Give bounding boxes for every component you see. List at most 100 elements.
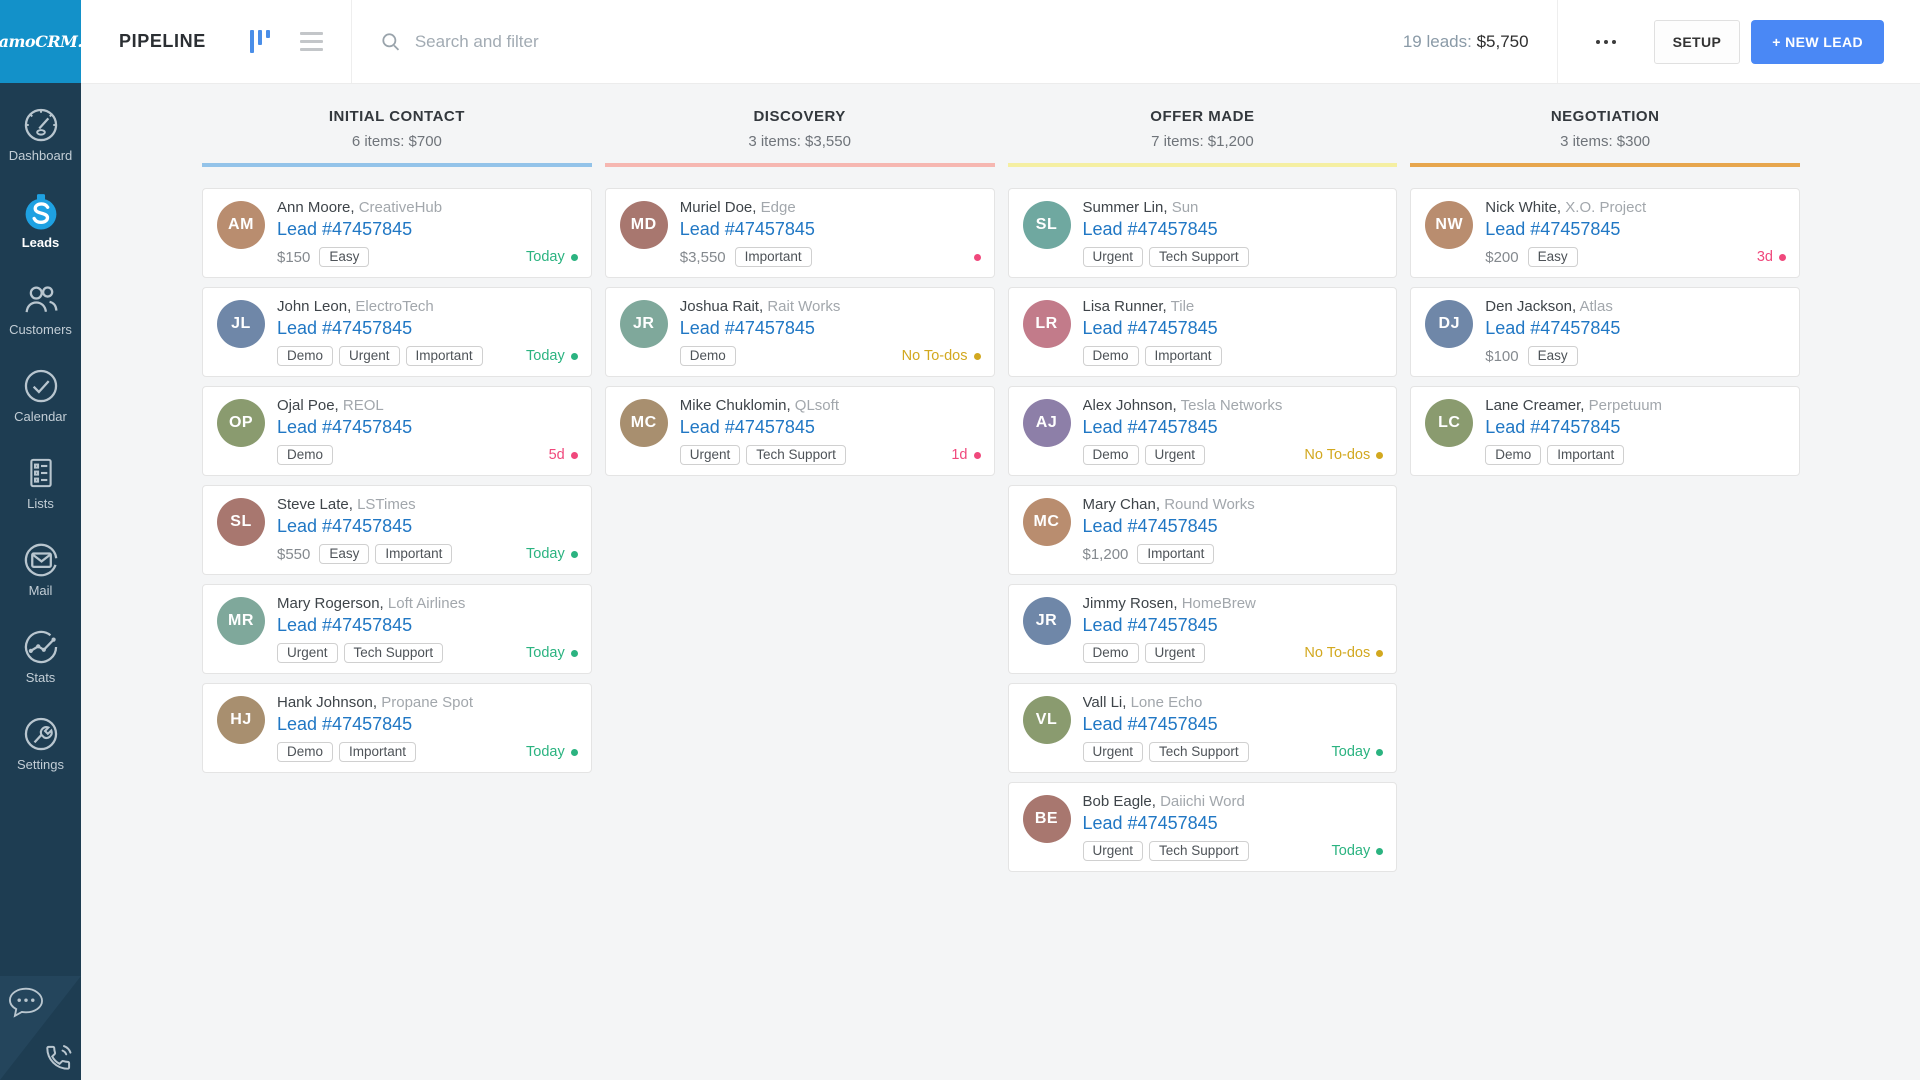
tag-chip[interactable]: Demo xyxy=(1083,643,1139,663)
lead-link[interactable]: Lead #47457845 xyxy=(1083,318,1218,339)
lead-link[interactable]: Lead #47457845 xyxy=(680,318,815,339)
lead-link[interactable]: Lead #47457845 xyxy=(277,615,412,636)
lead-card[interactable]: JLJohn Leon, ElectroTechLead #47457845De… xyxy=(202,287,592,377)
chat-icon[interactable] xyxy=(5,985,47,1023)
app-logo[interactable]: amoCRM. xyxy=(0,0,81,83)
tag-chip[interactable]: Easy xyxy=(319,247,369,267)
lead-link[interactable]: Lead #47457845 xyxy=(680,417,815,438)
lead-link[interactable]: Lead #47457845 xyxy=(1485,318,1620,339)
lead-link[interactable]: Lead #47457845 xyxy=(1083,516,1218,537)
tag-chip[interactable]: Tech Support xyxy=(746,445,846,465)
contact-name: Vall Li, xyxy=(1083,694,1127,711)
avatar: LR xyxy=(1023,300,1071,348)
sidebar-item-customers[interactable]: Customers xyxy=(0,277,81,364)
tag-chip[interactable]: Demo xyxy=(277,742,333,762)
sidebar-item-leads[interactable]: Leads xyxy=(0,190,81,277)
tag-chip[interactable]: Urgent xyxy=(1083,841,1144,861)
lead-link[interactable]: Lead #47457845 xyxy=(1083,615,1218,636)
lead-card[interactable]: HJHank Johnson, Propane SpotLead #474578… xyxy=(202,683,592,773)
lead-meta-row: $200Easy3d xyxy=(1485,246,1786,268)
tag-chip[interactable]: Important xyxy=(339,742,416,762)
lead-card[interactable]: SLSummer Lin, SunLead #47457845UrgentTec… xyxy=(1008,188,1398,278)
lead-link[interactable]: Lead #47457845 xyxy=(277,417,412,438)
sidebar-item-calendar[interactable]: Calendar xyxy=(0,364,81,451)
sidebar-item-settings[interactable]: Settings xyxy=(0,712,81,799)
lead-link[interactable]: Lead #47457845 xyxy=(277,714,412,735)
lead-card[interactable]: AJAlex Johnson, Tesla NetworksLead #4745… xyxy=(1008,386,1398,476)
sidebar-item-mail[interactable]: Mail xyxy=(0,538,81,625)
lead-link[interactable]: Lead #47457845 xyxy=(1485,417,1620,438)
lead-link[interactable]: Lead #47457845 xyxy=(1485,219,1620,240)
lead-card[interactable]: DJDen Jackson, AtlasLead #47457845$100Ea… xyxy=(1410,287,1800,377)
tag-chip[interactable]: Important xyxy=(735,247,812,267)
avatar: SL xyxy=(1023,201,1071,249)
lead-card[interactable]: OPOjal Poe, REOLLead #47457845Demo5d xyxy=(202,386,592,476)
tag-chip[interactable]: Demo xyxy=(680,346,736,366)
lead-link[interactable]: Lead #47457845 xyxy=(277,219,412,240)
tag-chip[interactable]: Urgent xyxy=(1083,247,1144,267)
setup-button[interactable]: SETUP xyxy=(1654,20,1741,64)
lead-card[interactable]: MCMike Chuklomin, QLsoftLead #47457845Ur… xyxy=(605,386,995,476)
more-options-button[interactable] xyxy=(1590,30,1622,54)
lead-card[interactable]: LRLisa Runner, TileLead #47457845DemoImp… xyxy=(1008,287,1398,377)
lead-card[interactable]: MDMuriel Doe, EdgeLead #47457845$3,550Im… xyxy=(605,188,995,278)
tag-chip[interactable]: Urgent xyxy=(1145,643,1206,663)
lead-link[interactable]: Lead #47457845 xyxy=(277,516,412,537)
tag-chip[interactable]: Tech Support xyxy=(344,643,444,663)
lead-card[interactable]: MCMary Chan, Round WorksLead #47457845$1… xyxy=(1008,485,1398,575)
contact-name: Summer Lin, xyxy=(1083,199,1168,216)
tag-chip[interactable]: Tech Support xyxy=(1149,841,1249,861)
tag-chip[interactable]: Easy xyxy=(1528,247,1578,267)
tag-chip[interactable]: Demo xyxy=(277,346,333,366)
tag-chip[interactable]: Urgent xyxy=(1145,445,1206,465)
list-view-button[interactable] xyxy=(300,30,323,54)
tag-chip[interactable]: Demo xyxy=(277,445,333,465)
lead-card[interactable]: VLVall Li, Lone EchoLead #47457845Urgent… xyxy=(1008,683,1398,773)
lead-card[interactable]: JRJoshua Rait, Rait WorksLead #47457845D… xyxy=(605,287,995,377)
lead-card[interactable]: BEBob Eagle, Daiichi WordLead #47457845U… xyxy=(1008,782,1398,872)
lead-card[interactable]: MRMary Rogerson, Loft AirlinesLead #4745… xyxy=(202,584,592,674)
topbar-divider xyxy=(1557,0,1558,83)
task-status-label: No To-dos xyxy=(1304,447,1370,463)
lead-link[interactable]: Lead #47457845 xyxy=(1083,219,1218,240)
lead-link[interactable]: Lead #47457845 xyxy=(1083,813,1218,834)
tag-chip[interactable]: Urgent xyxy=(277,643,338,663)
lead-link[interactable]: Lead #47457845 xyxy=(680,219,815,240)
tag-chip[interactable]: Demo xyxy=(1485,445,1541,465)
new-lead-button[interactable]: + NEW LEAD xyxy=(1751,20,1884,64)
tag-chip[interactable]: Important xyxy=(1137,544,1214,564)
lead-card[interactable]: AMAnn Moore, CreativeHubLead #47457845$1… xyxy=(202,188,592,278)
tag-chip[interactable]: Important xyxy=(406,346,483,366)
tag-chip[interactable]: Important xyxy=(375,544,452,564)
lead-link[interactable]: Lead #47457845 xyxy=(277,318,412,339)
task-status-label: 5d xyxy=(549,447,565,463)
tag-chip[interactable]: Demo xyxy=(1083,445,1139,465)
tag-chip[interactable]: Urgent xyxy=(1083,742,1144,762)
task-status: 1d xyxy=(951,447,980,463)
sidebar-item-dashboard[interactable]: Dashboard xyxy=(0,103,81,190)
search-input[interactable] xyxy=(413,31,897,53)
lead-card[interactable]: NWNick White, X.O. ProjectLead #47457845… xyxy=(1410,188,1800,278)
sidebar-item-lists[interactable]: Lists xyxy=(0,451,81,538)
lead-contact-line: Nick White, X.O. Project xyxy=(1485,198,1786,216)
lead-link[interactable]: Lead #47457845 xyxy=(1083,417,1218,438)
tag-chip[interactable]: Urgent xyxy=(339,346,400,366)
sidebar-item-stats[interactable]: Stats xyxy=(0,625,81,712)
lead-link[interactable]: Lead #47457845 xyxy=(1083,714,1218,735)
tag-chip[interactable]: Important xyxy=(1547,445,1624,465)
tag-chip[interactable]: Urgent xyxy=(680,445,741,465)
kanban-view-button[interactable] xyxy=(250,30,274,53)
tag-chip[interactable]: Important xyxy=(1145,346,1222,366)
tag-chip[interactable]: Tech Support xyxy=(1149,742,1249,762)
tag-chip[interactable]: Tech Support xyxy=(1149,247,1249,267)
tag-chip[interactable]: Easy xyxy=(319,544,369,564)
lead-card[interactable]: LCLane Creamer, PerpetuumLead #47457845D… xyxy=(1410,386,1800,476)
tag-chip[interactable]: Easy xyxy=(1528,346,1578,366)
avatar: DJ xyxy=(1425,300,1473,348)
tag-chip[interactable]: Demo xyxy=(1083,346,1139,366)
task-status: No To-dos xyxy=(902,348,981,364)
lead-card[interactable]: SLSteve Late, LSTimesLead #47457845$550E… xyxy=(202,485,592,575)
lead-card-body: Ann Moore, CreativeHubLead #47457845$150… xyxy=(277,198,578,268)
lead-card[interactable]: JRJimmy Rosen, HomeBrewLead #47457845Dem… xyxy=(1008,584,1398,674)
phone-icon[interactable] xyxy=(41,1041,75,1075)
